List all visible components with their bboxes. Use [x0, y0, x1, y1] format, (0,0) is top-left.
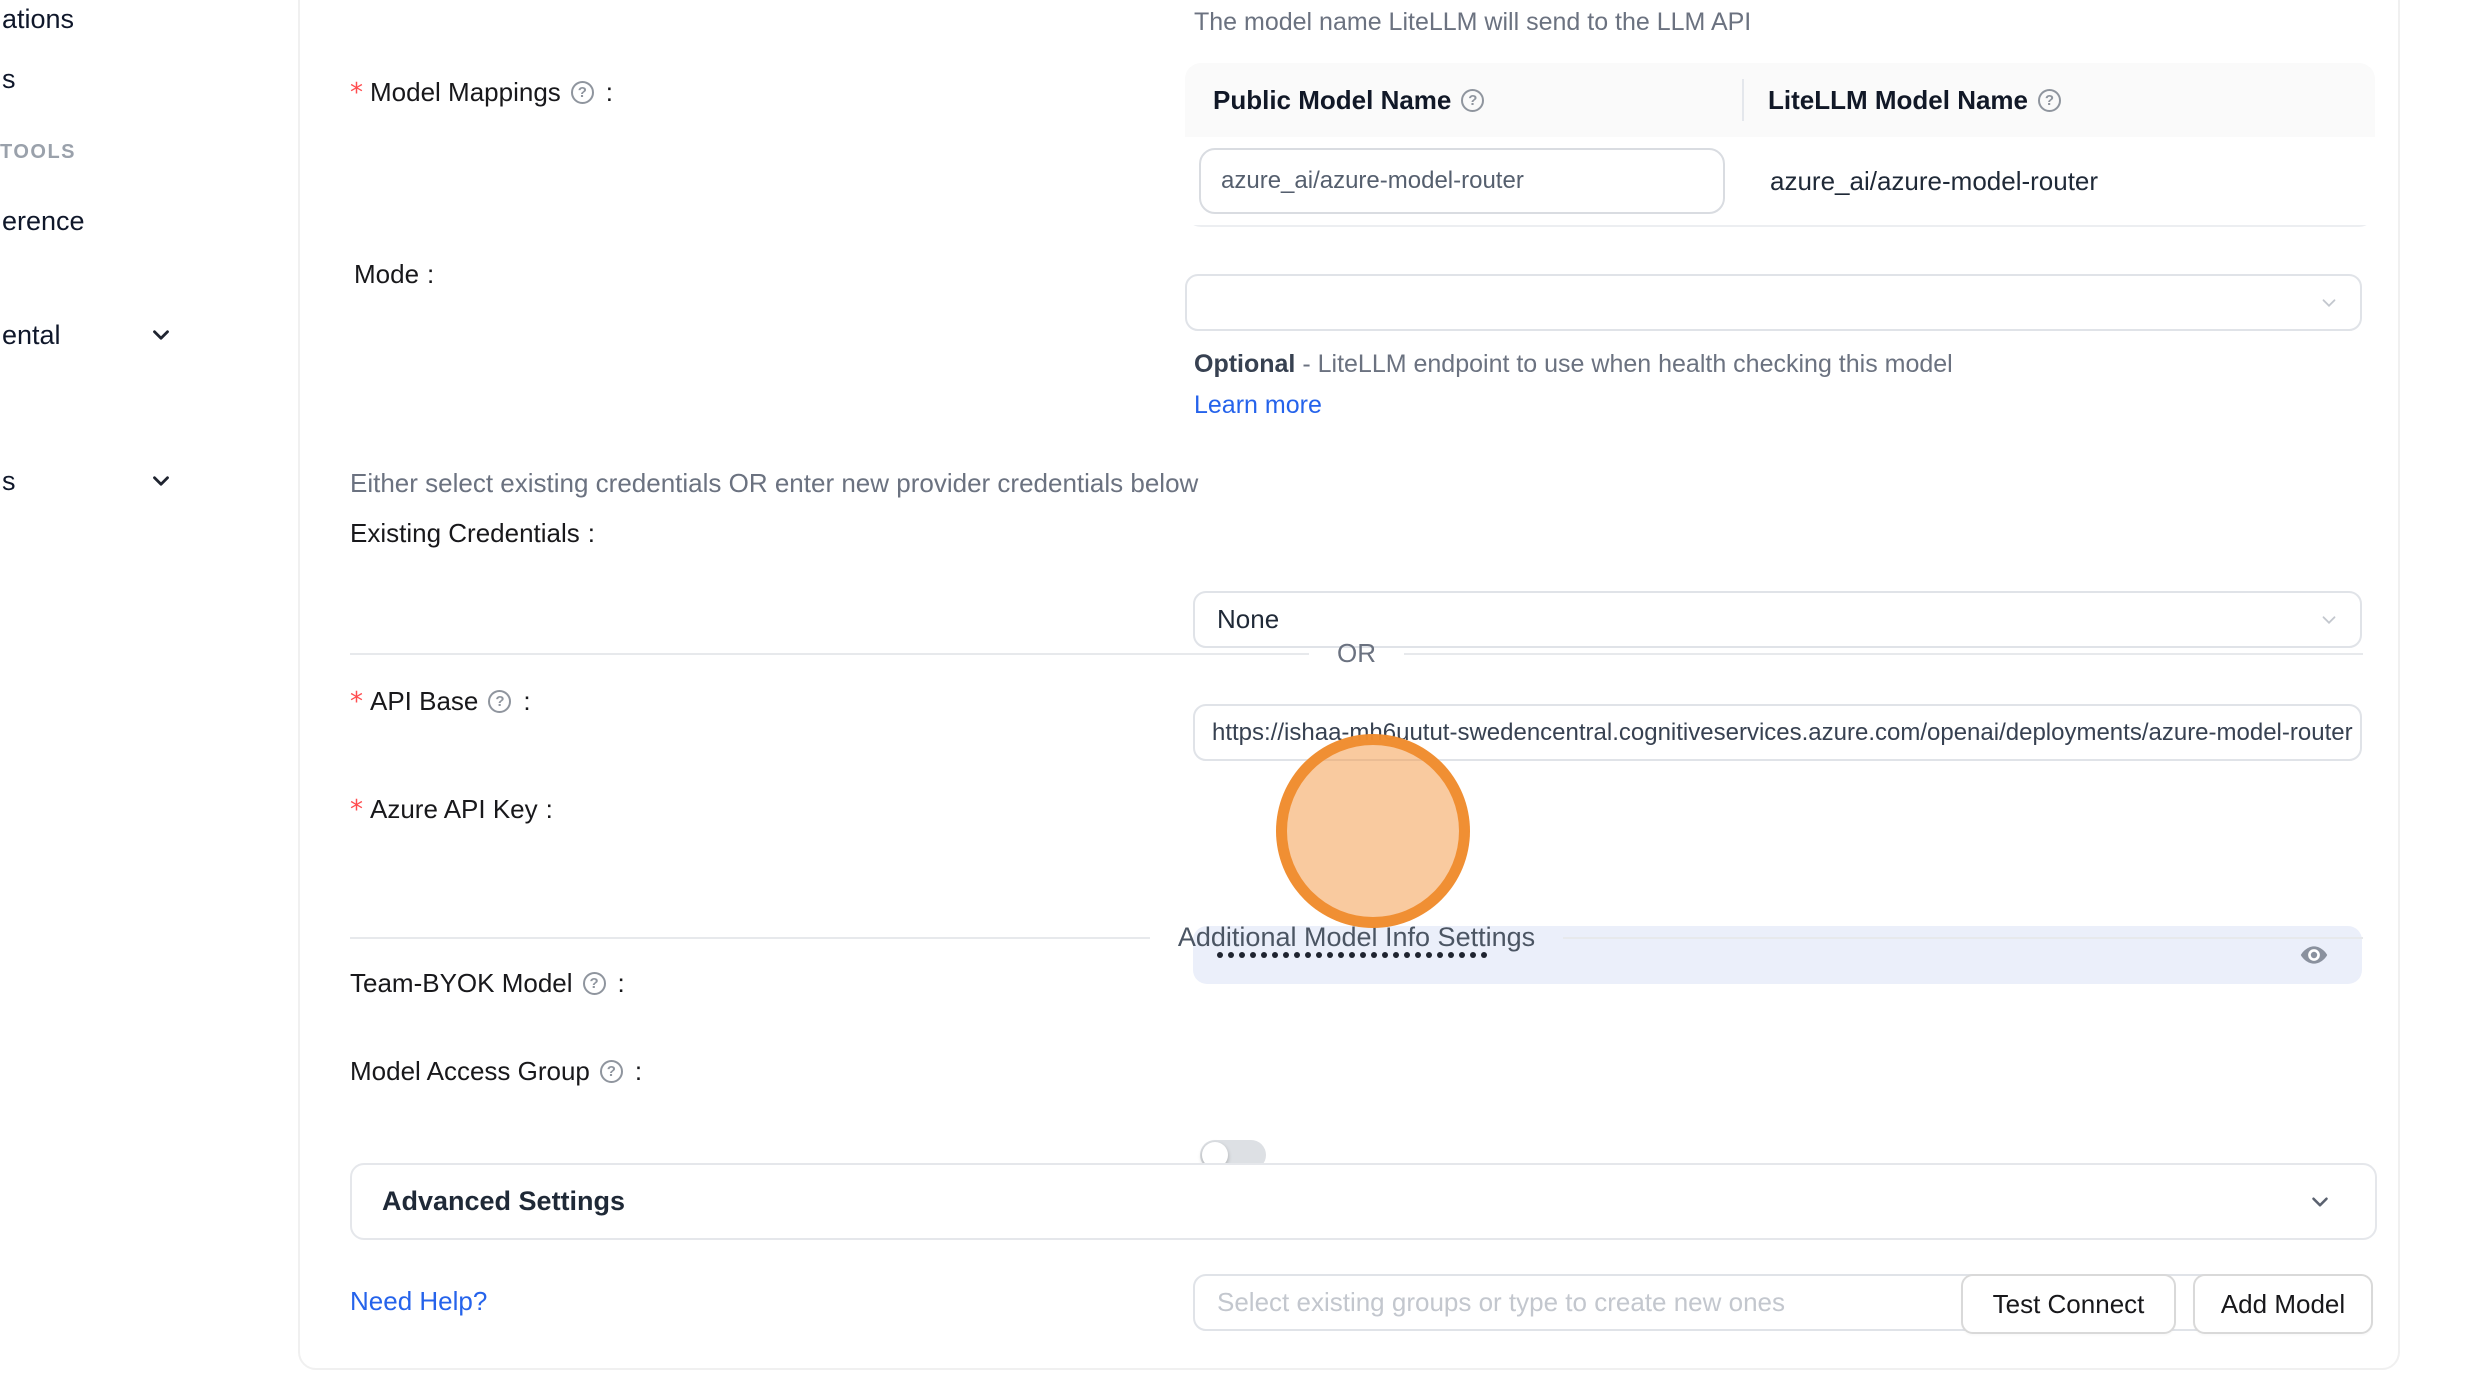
- help-circle-icon[interactable]: ?: [571, 81, 594, 104]
- need-help-link[interactable]: Need Help?: [350, 1286, 487, 1317]
- model-mappings-table: Public Model Name ? LiteLLM Model Name ?…: [1185, 63, 2375, 227]
- existing-credentials-label: Existing Credentials :: [350, 518, 595, 549]
- litellm-model-name-header: LiteLLM Model Name ?: [1742, 85, 2375, 116]
- learn-more-link[interactable]: Learn more: [1194, 391, 1322, 419]
- advanced-settings-title: Advanced Settings: [382, 1186, 625, 1217]
- required-asterisk: *: [350, 795, 363, 825]
- sidebar-item-ations[interactable]: ations: [2, 4, 74, 35]
- advanced-settings-panel[interactable]: Advanced Settings: [350, 1163, 2377, 1240]
- header-divider: [1742, 79, 1744, 121]
- help-circle-icon[interactable]: ?: [2038, 89, 2061, 112]
- sidebar-item-erence[interactable]: erence: [2, 206, 85, 237]
- required-asterisk: *: [350, 687, 363, 717]
- litellm-model-name-value: azure_ai/azure-model-router: [1742, 166, 2098, 197]
- help-circle-icon[interactable]: ?: [600, 1060, 623, 1083]
- sidebar-item-ental[interactable]: ental: [2, 320, 61, 351]
- sidebar-section-tools: TOOLS: [0, 141, 76, 164]
- chevron-down-icon: [2307, 1189, 2333, 1215]
- help-circle-icon[interactable]: ?: [583, 972, 606, 995]
- chevron-down-icon: [2318, 609, 2340, 631]
- azure-api-key-label: * Azure API Key :: [350, 794, 553, 825]
- add-model-form-card: The model name LiteLLM will send to the …: [298, 0, 2400, 1370]
- help-circle-icon[interactable]: ?: [1461, 89, 1484, 112]
- mappings-table-header: Public Model Name ? LiteLLM Model Name ?: [1185, 63, 2375, 137]
- api-base-label: * API Base ? :: [350, 686, 531, 717]
- api-base-input[interactable]: https://ishaa-mh6uutut-swedencentral.cog…: [1193, 704, 2362, 761]
- model-name-helper-text: The model name LiteLLM will send to the …: [1194, 8, 1751, 37]
- public-model-name-header: Public Model Name ?: [1185, 85, 1742, 116]
- or-divider: OR: [350, 638, 2363, 669]
- add-model-button[interactable]: Add Model: [2193, 1274, 2373, 1334]
- test-connect-button[interactable]: Test Connect: [1961, 1274, 2176, 1334]
- access-group-placeholder: Select existing groups or type to create…: [1217, 1287, 1785, 1318]
- mode-helper-text: Optional - LiteLLM endpoint to use when …: [1194, 344, 2012, 426]
- team-byok-label: Team-BYOK Model ? :: [350, 968, 625, 999]
- public-model-name-input[interactable]: azure_ai/azure-model-router: [1199, 148, 1725, 214]
- mappings-table-row: azure_ai/azure-model-router azure_ai/azu…: [1185, 137, 2375, 227]
- chevron-down-icon: [148, 468, 174, 494]
- chevron-down-icon: [2318, 292, 2340, 314]
- additional-settings-divider: Additional Model Info Settings: [350, 922, 2363, 953]
- help-circle-icon[interactable]: ?: [488, 690, 511, 713]
- required-asterisk: *: [350, 78, 363, 108]
- add-model-page: ations s TOOLS erence ental s The model …: [0, 0, 2477, 1385]
- chevron-down-icon: [148, 322, 174, 348]
- existing-credentials-value: None: [1217, 604, 1279, 635]
- footer-buttons: Test Connect Add Model: [1961, 1274, 2373, 1334]
- mode-select[interactable]: [1185, 274, 2362, 331]
- mode-label: Mode :: [354, 259, 434, 290]
- model-access-group-label: Model Access Group ? :: [350, 1056, 642, 1087]
- credentials-note: Either select existing credentials OR en…: [350, 468, 1198, 499]
- sidebar: ations s TOOLS erence ental s: [0, 0, 298, 1385]
- sidebar-item-s1[interactable]: s: [2, 64, 16, 95]
- sidebar-item-s2[interactable]: s: [2, 466, 16, 497]
- model-mappings-label: * Model Mappings ? :: [350, 77, 613, 108]
